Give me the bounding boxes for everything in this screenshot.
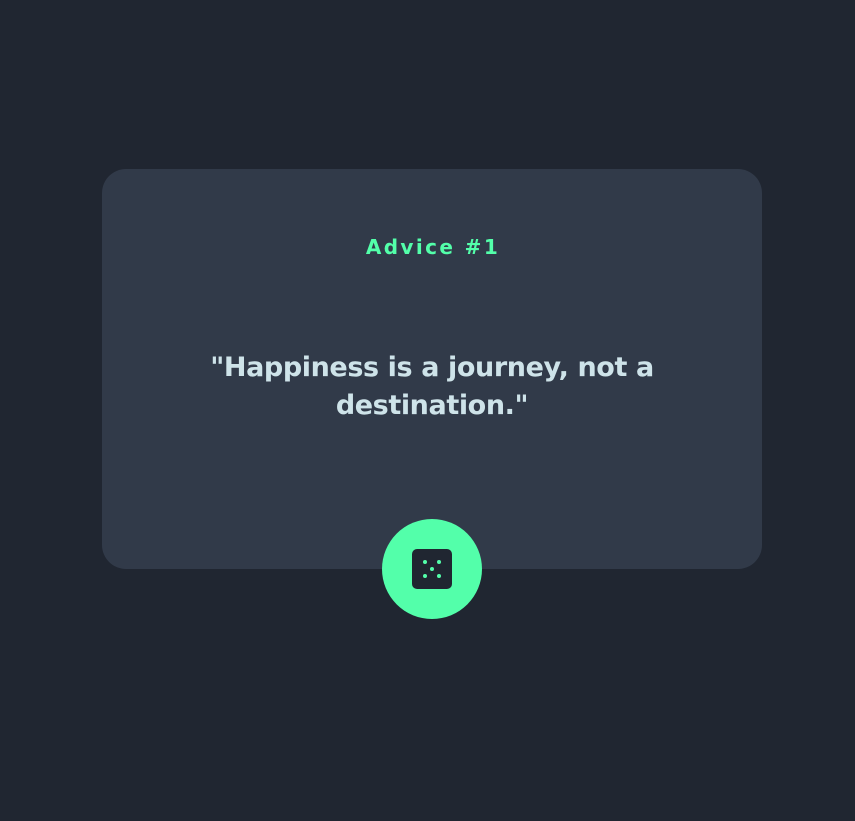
page: Advice #1 "Happiness is a journey, not a… bbox=[0, 0, 855, 821]
dice-icon bbox=[412, 549, 452, 589]
advice-quote: "Happiness is a journey, not a destinati… bbox=[210, 352, 654, 421]
advice-id: Advice #1 bbox=[365, 235, 501, 259]
advice-card: Advice #1 "Happiness is a journey, not a… bbox=[102, 169, 762, 569]
generate-advice-button[interactable] bbox=[382, 519, 482, 619]
